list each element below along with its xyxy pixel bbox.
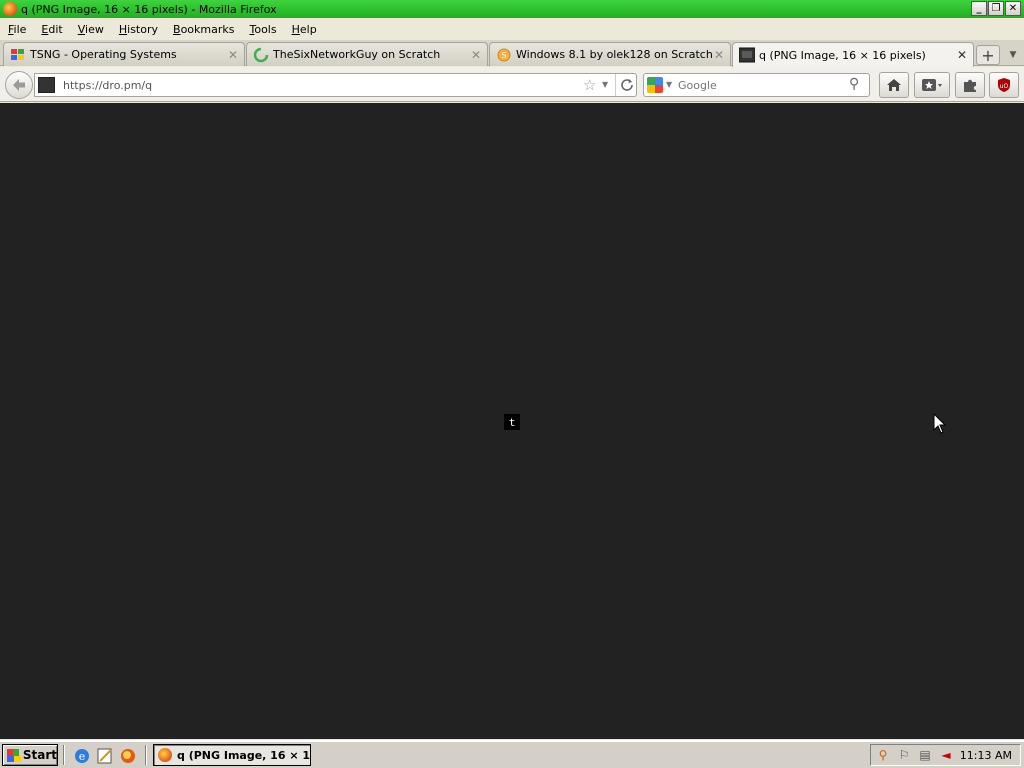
network-icon[interactable]: ▤ [916, 747, 934, 763]
menu-tools[interactable]: Tools [242, 23, 284, 36]
volume-muted-icon[interactable]: ◄ [937, 747, 955, 763]
menu-history-accel: H [118, 22, 128, 36]
home-icon [887, 79, 901, 91]
menu-history[interactable]: History [112, 23, 166, 36]
title-bar[interactable]: q (PNG Image, 16 × 16 pixels) - Mozilla … [0, 0, 1024, 18]
window-title: q (PNG Image, 16 × 16 pixels) - Mozilla … [21, 2, 277, 16]
minimize-button[interactable]: _ [971, 1, 987, 16]
close-button[interactable]: ✕ [1005, 1, 1021, 16]
tab-label: Windows 8.1 by olek128 on Scratch [516, 48, 712, 61]
tab-close-icon[interactable]: ✕ [469, 48, 483, 62]
windows-icon [11, 48, 24, 60]
ublock-shield-icon: uO [998, 78, 1010, 92]
menu-bookmarks[interactable]: Bookmarks [166, 23, 242, 36]
search-bar[interactable]: ▼ ⚲ [643, 73, 870, 97]
reload-button[interactable] [615, 74, 637, 96]
menu-file[interactable]: File [1, 23, 34, 36]
addons-button[interactable] [955, 72, 985, 98]
puzzle-piece-icon [964, 79, 976, 92]
tab-close-icon[interactable]: ✕ [226, 48, 240, 62]
start-button[interactable]: Start [2, 744, 58, 766]
loading-spinner-icon [253, 47, 269, 62]
menu-history-label: istory [127, 22, 159, 36]
image-glyph: t [508, 415, 516, 429]
bookmarks-menu-button[interactable] [914, 72, 950, 98]
tab-close-icon[interactable]: ✕ [955, 48, 969, 62]
tab-tsng[interactable]: TSNG - Operating Systems ✕ [3, 42, 245, 66]
menu-edit[interactable]: Edit [34, 23, 70, 36]
tab-thesixnetworkguy[interactable]: TheSixNetworkGuy on Scratch ✕ [246, 42, 488, 66]
menu-view[interactable]: View [71, 23, 112, 36]
firefox-icon[interactable] [3, 2, 17, 16]
page-content: t [0, 103, 1024, 739]
site-identity-icon[interactable] [38, 77, 55, 93]
notepad-icon[interactable] [96, 747, 114, 765]
reload-icon [620, 79, 633, 91]
plus-icon: + [981, 45, 995, 65]
taskbar-separator [145, 745, 147, 765]
window-controls: _ ❐ ✕ [971, 1, 1021, 16]
menu-help[interactable]: Help [285, 23, 325, 36]
firefox-icon [158, 748, 172, 762]
search-icon[interactable]: ⚲ [849, 76, 859, 92]
action-center-flag-icon[interactable]: ⚐ [895, 747, 913, 763]
search-input[interactable] [678, 77, 848, 93]
tab-label: q (PNG Image, 16 × 16 pixels) [759, 48, 926, 62]
svg-text:S: S [501, 51, 506, 60]
menu-bookmarks-accel: B [173, 22, 181, 36]
png-image: t [504, 414, 520, 430]
list-all-tabs-button[interactable]: ▼ [1006, 45, 1020, 65]
back-arrow-icon [13, 79, 25, 91]
menu-edit-label: dit [48, 22, 63, 36]
url-bar[interactable]: https://dro.pm/q ☆ ▼ [34, 73, 637, 97]
start-label: Start [22, 748, 57, 762]
image-thumbnail-icon [739, 47, 755, 63]
tab-windows-8-1[interactable]: S Windows 8.1 by olek128 on Scratch ✕ [489, 42, 731, 66]
chevron-down-icon: ▼ [1009, 50, 1017, 60]
url-history-dropdown-icon[interactable]: ▼ [602, 80, 608, 89]
navigation-toolbar: https://dro.pm/q ☆ ▼ ▼ ⚲ uO [0, 67, 1024, 102]
system-tray: ⚲ ⚐ ▤ ◄ 11:13 AM [870, 744, 1021, 766]
svg-text:uO: uO [1000, 83, 1009, 90]
bookmark-star-icon[interactable]: ☆ [583, 76, 596, 94]
taskbar-separator [63, 745, 65, 765]
taskbar: Start e q (PNG Image, 16 × 1... ⚲ ⚐ ▤ ◄ … [0, 740, 1024, 768]
menu-help-accel: H [291, 22, 300, 36]
engine-dropdown-icon[interactable]: ▼ [666, 80, 672, 89]
bookmarks-star-icon [922, 79, 942, 91]
clock[interactable]: 11:13 AM [960, 749, 1012, 762]
tab-close-icon[interactable]: ✕ [712, 48, 726, 62]
menu-view-label: iew [85, 22, 104, 36]
new-tab-button[interactable]: + [976, 45, 1000, 65]
google-engine-icon[interactable] [647, 77, 663, 93]
scratch-cat-icon: S [497, 48, 511, 61]
menu-file-label: ile [13, 22, 27, 36]
menu-bar: File Edit View History Bookmarks Tools H… [0, 19, 1024, 39]
url-text[interactable]: https://dro.pm/q [63, 79, 152, 92]
ublock-button[interactable]: uO [989, 72, 1019, 98]
svg-text:e: e [79, 750, 86, 763]
taskbar-firefox-window[interactable]: q (PNG Image, 16 × 1... [153, 744, 311, 766]
menu-help-label: elp [299, 22, 317, 36]
back-button[interactable] [5, 71, 33, 99]
taskbar-window-label: q (PNG Image, 16 × 1... [177, 748, 311, 762]
tab-strip: TSNG - Operating Systems ✕ TheSixNetwork… [0, 40, 1024, 67]
firefox-quicklaunch-icon[interactable] [119, 747, 137, 765]
tab-label: TSNG - Operating Systems [30, 48, 177, 61]
home-button[interactable] [879, 72, 909, 98]
menu-tools-label: ools [254, 22, 277, 36]
maximize-button[interactable]: ❐ [988, 1, 1004, 16]
menu-bookmarks-label: ookmarks [180, 22, 235, 36]
menu-view-accel: V [77, 22, 86, 36]
tab-q-png[interactable]: q (PNG Image, 16 × 16 pixels) ✕ [732, 42, 974, 67]
tab-label: TheSixNetworkGuy on Scratch [273, 48, 441, 61]
internet-explorer-icon[interactable]: e [73, 747, 91, 765]
search-magnifier-icon[interactable]: ⚲ [874, 747, 892, 763]
windows-logo-icon [7, 748, 21, 762]
